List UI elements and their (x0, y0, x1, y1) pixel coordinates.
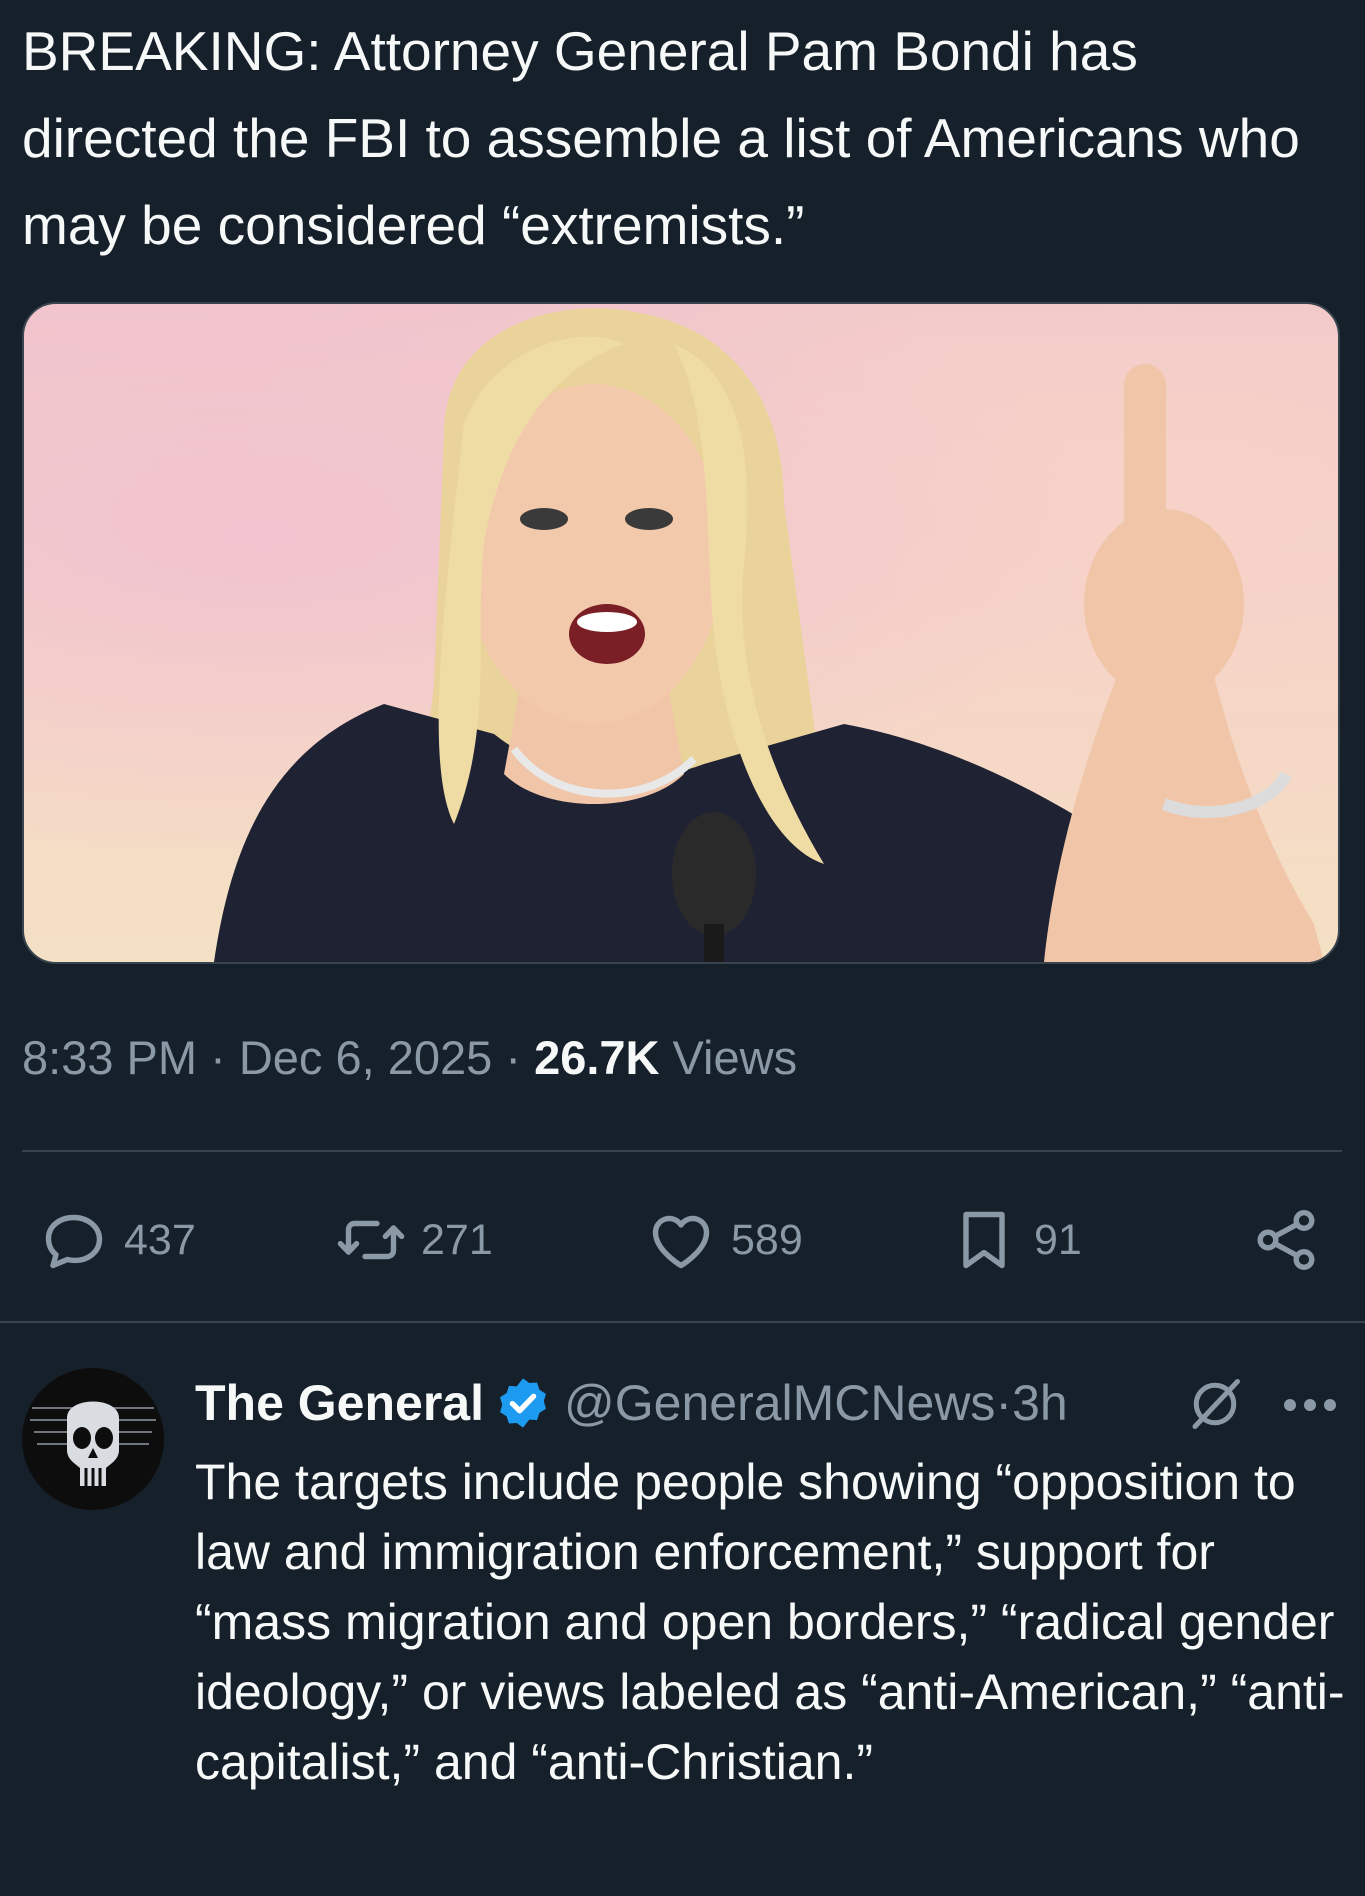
verified-badge-icon[interactable] (494, 1374, 552, 1432)
bookmark-count: 91 (1034, 1215, 1082, 1264)
reply-count: 437 (124, 1215, 196, 1264)
reply-time[interactable]: 3h (1012, 1374, 1068, 1432)
tweet-photo[interactable] (22, 302, 1340, 964)
reply-icon (45, 1214, 103, 1269)
photo-illustration (214, 308, 1324, 962)
divider (22, 1150, 1342, 1152)
author-handle[interactable]: @GeneralMCNews (564, 1374, 995, 1432)
repost-button[interactable]: 271 (335, 1200, 493, 1280)
views-label: Views (659, 1031, 798, 1084)
author-name[interactable]: The General (195, 1374, 484, 1432)
grok-icon[interactable] (1185, 1374, 1245, 1434)
bookmark-button[interactable]: 91 (948, 1200, 1082, 1280)
tweet-time[interactable]: 8:33 PM (22, 1031, 197, 1084)
share-button[interactable] (1250, 1200, 1336, 1280)
avatar[interactable] (22, 1368, 164, 1510)
reply-text: The targets include people showing “oppo… (195, 1454, 1345, 1790)
repost-count: 271 (421, 1215, 493, 1264)
more-icon[interactable] (1280, 1380, 1340, 1430)
action-bar: 437 271 589 91 (0, 1200, 1365, 1280)
tweet-date[interactable]: Dec 6, 2025 (239, 1031, 492, 1084)
reply-header: The General @GeneralMCNews · 3h (195, 1370, 1068, 1436)
repost-icon (337, 1220, 405, 1260)
like-count: 589 (731, 1215, 803, 1264)
meta-separator: · (995, 1375, 1013, 1431)
meta-separator: · (492, 1031, 535, 1084)
tweet-text: BREAKING: Attorney General Pam Bondi has… (22, 20, 1300, 256)
punisher-skull-icon (22, 1368, 164, 1510)
reply-button[interactable]: 437 (38, 1200, 196, 1280)
share-icon (1257, 1210, 1315, 1270)
bookmark-icon (963, 1211, 1005, 1269)
meta-separator: · (197, 1031, 239, 1084)
views-count[interactable]: 26.7K (534, 1031, 659, 1084)
like-button[interactable]: 589 (645, 1200, 803, 1280)
like-icon (652, 1215, 710, 1269)
divider (0, 1321, 1365, 1323)
tweet-metadata: 8:33 PM · Dec 6, 2025 · 26.7K Views (22, 1030, 797, 1085)
